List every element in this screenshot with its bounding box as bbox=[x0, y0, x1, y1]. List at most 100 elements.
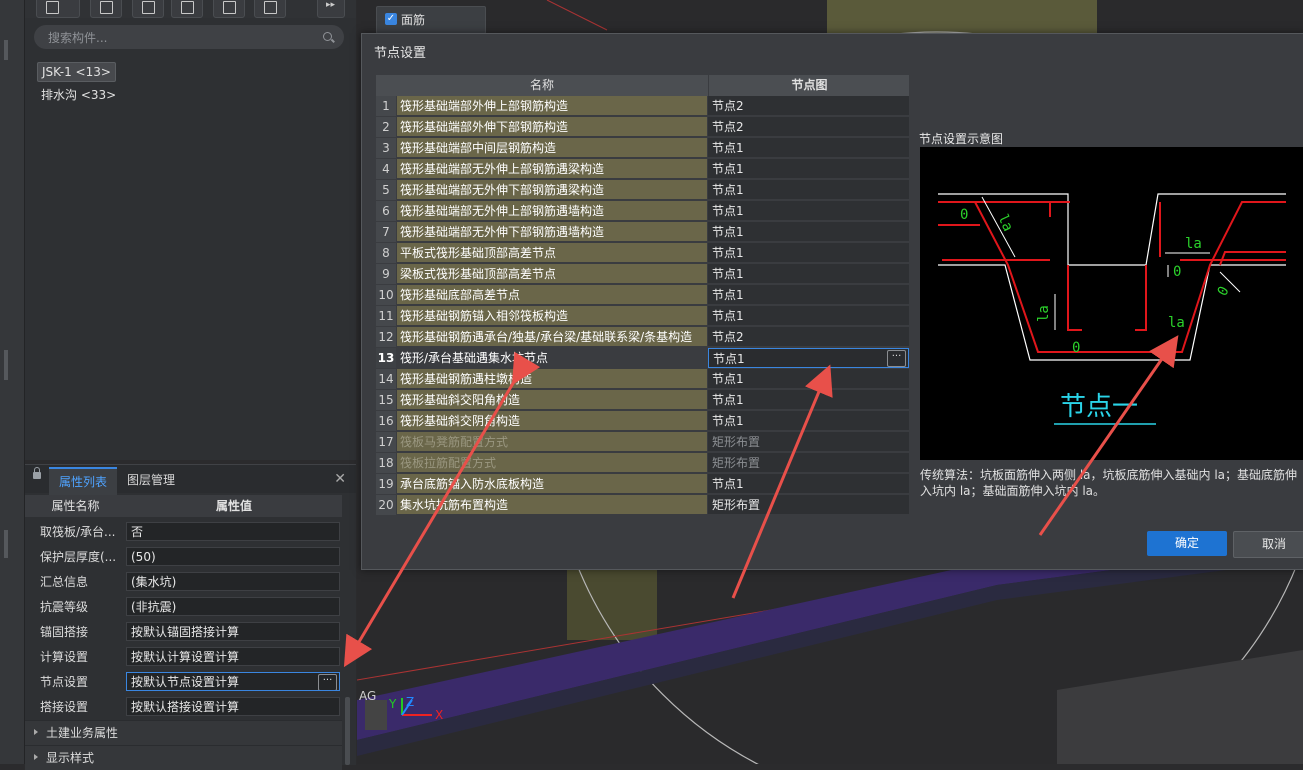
row-node-value[interactable]: 节点2 bbox=[708, 96, 909, 116]
node-table-row[interactable]: 5 筏形基础端部无外伸下部钢筋遇梁构造 节点1 bbox=[376, 180, 909, 201]
check-icon[interactable]: ✓ bbox=[385, 13, 397, 25]
axis-x-label: X bbox=[435, 708, 443, 722]
row-node-value[interactable]: 矩形布置 bbox=[708, 432, 909, 452]
node-table-row[interactable]: 12 筏形基础钢筋遇承台/独基/承台梁/基础联系梁/条基构造 节点2 bbox=[376, 327, 909, 348]
node-table-row[interactable]: 4 筏形基础端部无外伸上部钢筋遇梁构造 节点1 bbox=[376, 159, 909, 180]
node-table-header: 名称 节点图 bbox=[376, 75, 909, 96]
property-value[interactable]: 否 bbox=[126, 522, 340, 541]
layer-copy-icon bbox=[181, 1, 194, 14]
row-node-value[interactable]: 矩形布置 bbox=[708, 453, 909, 473]
property-value[interactable]: (50) bbox=[126, 547, 340, 566]
row-name: 筏板拉筋配置方式 bbox=[397, 453, 707, 473]
row-name: 筏形基础端部中间层钢筋构造 bbox=[397, 138, 707, 158]
row-node-text: 节点1 bbox=[712, 183, 744, 197]
row-node-value[interactable]: 节点1 bbox=[708, 264, 909, 284]
row-node-value[interactable]: 节点1 bbox=[708, 369, 909, 389]
node-table-row[interactable]: 17 筏板马凳筋配置方式 矩形布置 bbox=[376, 432, 909, 453]
row-node-text: 矩形布置 bbox=[712, 498, 761, 512]
row-node-value[interactable]: 节点1 bbox=[708, 243, 909, 263]
rail-handle[interactable] bbox=[4, 530, 8, 558]
property-value[interactable]: 按默认锚固搭接计算 bbox=[126, 622, 340, 641]
tab-property-list[interactable]: 属性列表 bbox=[49, 467, 118, 495]
tree-item-drain[interactable]: 排水沟 <33> bbox=[37, 86, 120, 104]
lock-icon[interactable] bbox=[33, 467, 41, 479]
row-node-value[interactable]: 节点1 bbox=[708, 222, 909, 242]
node-setting-field[interactable]: 按默认节点设置计算 ··· bbox=[126, 672, 340, 691]
ok-button[interactable]: 确定 bbox=[1147, 531, 1227, 556]
tab-layer-manager[interactable]: 图层管理 bbox=[117, 467, 185, 493]
search-icon[interactable] bbox=[323, 32, 332, 41]
node-table-row[interactable]: 11 筏形基础钢筋锚入相邻筏板构造 节点1 bbox=[376, 306, 909, 327]
node-table-row[interactable]: 10 筏形基础底部高差节点 节点1 bbox=[376, 285, 909, 306]
tree-item-jsk1[interactable]: JSK-1 <13> bbox=[37, 62, 116, 82]
node-table-row[interactable]: 8 平板式筏形基础顶部高差节点 节点1 bbox=[376, 243, 909, 264]
rail-handle[interactable] bbox=[4, 40, 8, 60]
row-node-value[interactable]: 节点1 bbox=[708, 159, 909, 179]
row-node-value[interactable]: 节点1 bbox=[708, 411, 909, 431]
node-table-row[interactable]: 18 筏板拉筋配置方式 矩形布置 bbox=[376, 453, 909, 474]
property-value[interactable]: 按默认搭接设置计算 bbox=[126, 697, 340, 716]
header-name: 名称 bbox=[529, 78, 554, 92]
property-name: 取筏板/承台... bbox=[40, 525, 116, 539]
node-table-row[interactable]: 14 筏形基础钢筋遇柱墩构造 节点1 bbox=[376, 369, 909, 390]
export-button[interactable] bbox=[254, 0, 286, 18]
row-node-text: 节点1 bbox=[712, 225, 744, 239]
node-table-row[interactable]: 19 承台底筋锚入防水底板构造 节点1 bbox=[376, 474, 909, 495]
property-row: 抗震等级 (非抗震) bbox=[25, 595, 342, 620]
node-table-row[interactable]: 3 筏形基础端部中间层钢筋构造 节点1 bbox=[376, 138, 909, 159]
row-node-value[interactable]: 节点1 bbox=[708, 138, 909, 158]
node-diagram-svg: 0 la la 0 la 0 la 0 节点一 bbox=[938, 193, 1286, 425]
rail-handle[interactable] bbox=[4, 350, 8, 380]
left-rail bbox=[0, 0, 25, 764]
property-scrollbar[interactable] bbox=[345, 697, 350, 765]
row-name: 梁板式筏形基础顶部高差节点 bbox=[397, 264, 707, 284]
row-name: 筏形基础底部高差节点 bbox=[397, 285, 707, 305]
layer-copy-button[interactable] bbox=[171, 0, 203, 18]
node-table-row[interactable]: 13 筏形/承台基础遇集水坑节点 节点1 ··· bbox=[376, 348, 909, 369]
dim-la-label: la bbox=[1168, 315, 1185, 331]
row-node-value[interactable]: 节点1 ··· bbox=[708, 348, 909, 368]
node-ellipsis-button[interactable]: ··· bbox=[887, 350, 906, 367]
row-node-value[interactable]: 节点2 bbox=[708, 117, 909, 137]
row-node-value[interactable]: 节点1 bbox=[708, 390, 909, 410]
select-copy-button[interactable] bbox=[213, 0, 245, 18]
group-civil-properties[interactable]: 土建业务属性 bbox=[25, 720, 342, 745]
new-component-button[interactable] bbox=[36, 0, 80, 18]
property-name: 锚固搭接 bbox=[40, 625, 89, 639]
node-table-row[interactable]: 16 筏形基础斜交阴角构造 节点1 bbox=[376, 411, 909, 432]
node-table-row[interactable]: 1 筏形基础端部外伸上部钢筋构造 节点2 bbox=[376, 96, 909, 117]
more-button[interactable]: ▸▸ bbox=[317, 0, 345, 18]
search-input[interactable] bbox=[46, 29, 310, 47]
row-node-value[interactable]: 节点1 bbox=[708, 180, 909, 200]
row-name: 筏形基础端部无外伸上部钢筋遇梁构造 bbox=[397, 159, 707, 179]
row-name: 筏形基础钢筋遇柱墩构造 bbox=[397, 369, 707, 389]
row-node-value[interactable]: 节点1 bbox=[708, 306, 909, 326]
delete-button[interactable] bbox=[132, 0, 164, 18]
property-value[interactable]: (集水坑) bbox=[126, 572, 340, 591]
row-node-value[interactable]: 节点2 bbox=[708, 327, 909, 347]
rebar-checkbox[interactable]: ✓ 面筋 bbox=[376, 6, 486, 34]
close-icon[interactable]: ✕ bbox=[334, 471, 346, 487]
node-table-row[interactable]: 6 筏形基础端部无外伸上部钢筋遇墙构造 节点1 bbox=[376, 201, 909, 222]
row-node-value[interactable]: 节点1 bbox=[708, 201, 909, 221]
row-node-value[interactable]: 矩形布置 bbox=[708, 495, 909, 515]
copy-button[interactable] bbox=[90, 0, 122, 18]
node-table-row[interactable]: 15 筏形基础斜交阳角构造 节点1 bbox=[376, 390, 909, 411]
node-table-row[interactable]: 2 筏形基础端部外伸下部钢筋构造 节点2 bbox=[376, 117, 909, 138]
property-value[interactable]: (非抗震) bbox=[126, 597, 340, 616]
row-name: 筏形基础端部无外伸上部钢筋遇墙构造 bbox=[397, 201, 707, 221]
row-node-value[interactable]: 节点1 bbox=[708, 474, 909, 494]
node-table-row[interactable]: 7 筏形基础端部无外伸下部钢筋遇墙构造 节点1 bbox=[376, 222, 909, 243]
property-value[interactable]: 按默认计算设置计算 bbox=[126, 647, 340, 666]
row-node-text: 节点1 bbox=[712, 162, 744, 176]
group-display-style[interactable]: 显示样式 bbox=[25, 745, 342, 770]
dim-zero-label: 0 bbox=[1173, 264, 1181, 280]
cancel-button[interactable]: 取消 bbox=[1233, 531, 1303, 558]
diagram-panel: 节点设置示意图 0 la la 0 la 0 la 0 节点一 传统算法：坑板面… bbox=[913, 127, 1303, 524]
row-node-value[interactable]: 节点1 bbox=[708, 285, 909, 305]
node-table-row[interactable]: 20 集水坑抗筋布置构造 矩形布置 bbox=[376, 495, 909, 516]
scene-red-line bbox=[546, 0, 608, 31]
row-number: 12 bbox=[376, 327, 396, 348]
node-setting-ellipsis-button[interactable]: ··· bbox=[318, 674, 337, 690]
node-table-row[interactable]: 9 梁板式筏形基础顶部高差节点 节点1 bbox=[376, 264, 909, 285]
